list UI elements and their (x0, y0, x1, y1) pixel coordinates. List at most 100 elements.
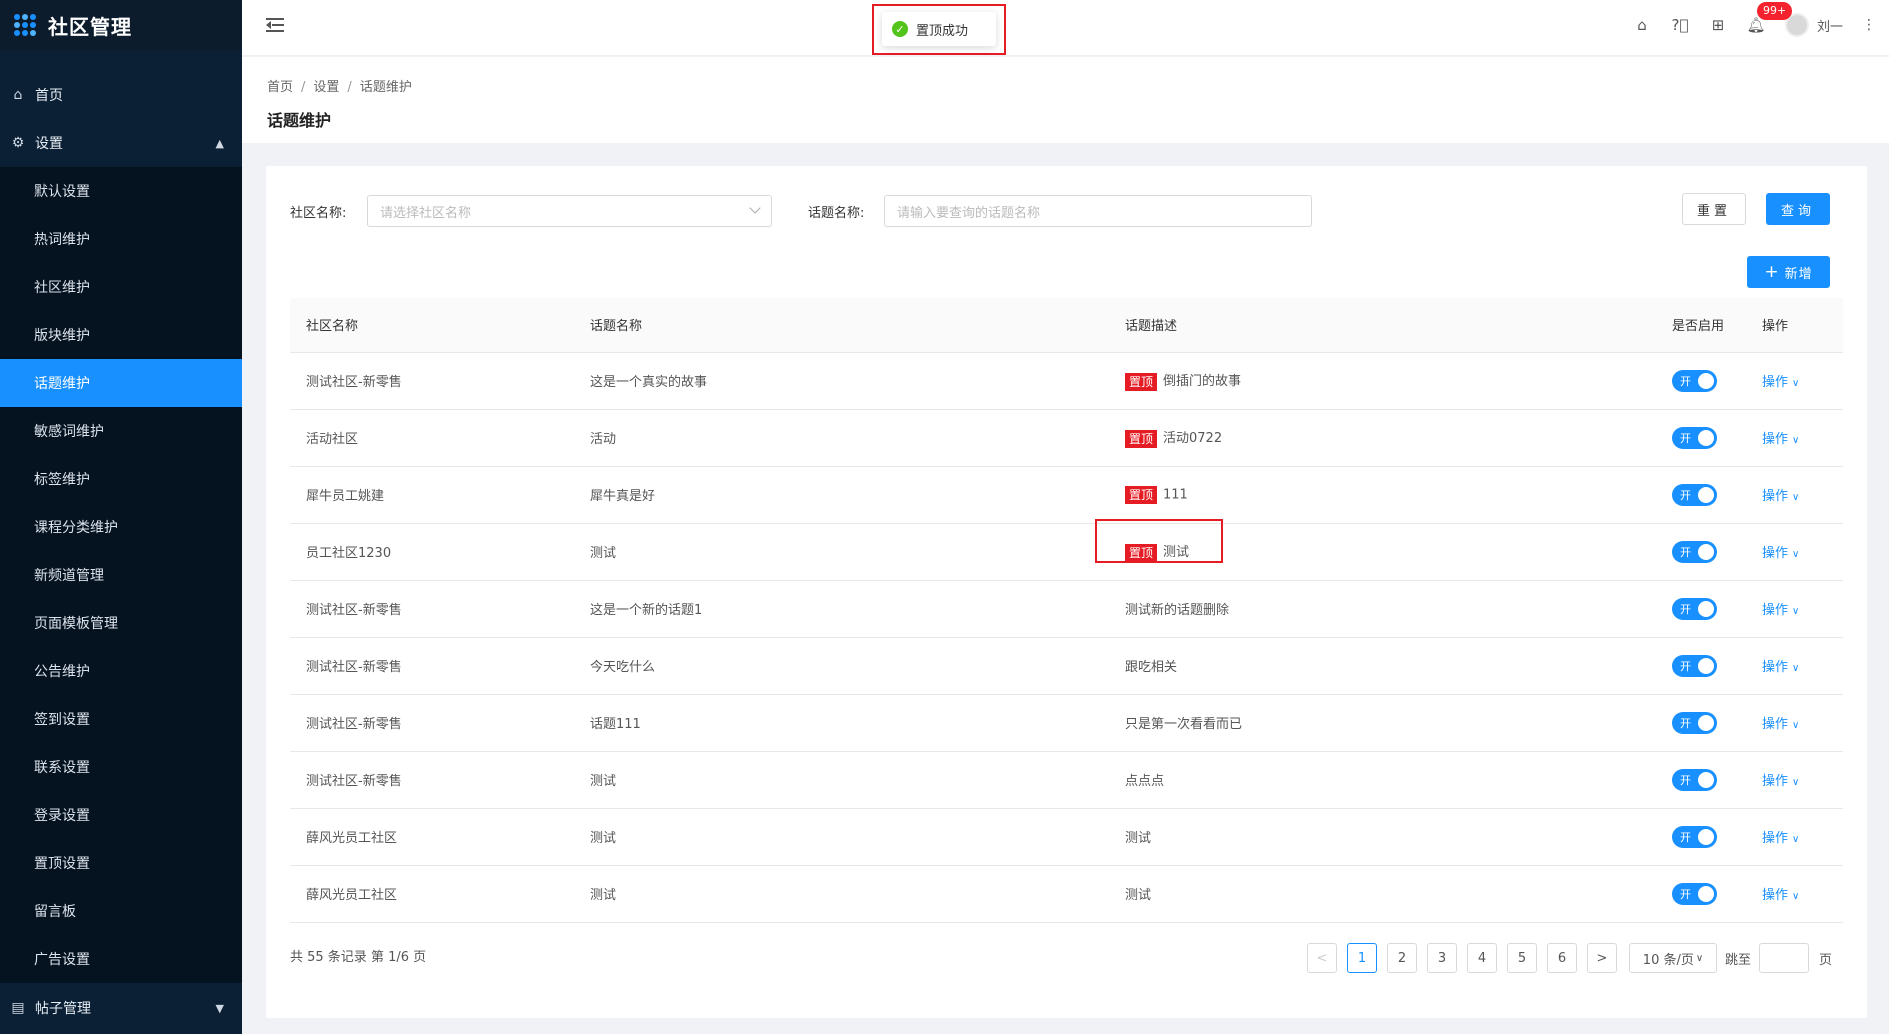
page-size-select[interactable]: 10 条/页 ∨ (1629, 943, 1717, 973)
help-icon[interactable]: ?⃝ (1661, 16, 1699, 34)
enable-toggle[interactable]: 开 (1672, 369, 1717, 392)
cell-actions: 操作 ∨ (1762, 865, 1843, 923)
enable-toggle[interactable]: 开 (1672, 597, 1717, 620)
row-action-dropdown[interactable]: 操作 ∨ (1762, 546, 1799, 561)
enable-toggle[interactable]: 开 (1672, 825, 1717, 848)
jump-label: 跳至 (1725, 952, 1752, 968)
sidebar-subitem[interactable]: 社区维护 (0, 263, 242, 311)
page-header: 首页 / 设置 / 话题维护 话题维护 (242, 57, 1889, 143)
topic-search-input[interactable]: 请输入要查询的话题名称 (884, 195, 1312, 227)
row-action-dropdown[interactable]: 操作 ∨ (1762, 603, 1799, 618)
app-title: 社区管理 (48, 14, 132, 39)
header-community: 社区名称 (290, 298, 590, 353)
sidebar-subitem[interactable]: 热词维护 (0, 215, 242, 263)
cell-community: 测试社区-新零售 (290, 637, 590, 695)
description-text: 点点点 (1125, 774, 1165, 789)
sidebar-item-settings[interactable]: ⚙ 设置 ▲ (0, 119, 242, 167)
chevron-down-icon: ▼ (215, 1001, 224, 1015)
chevron-down-icon: ∨ (1792, 549, 1800, 560)
user-menu[interactable]: 刘一 (1784, 13, 1843, 37)
reset-button[interactable]: 重置 (1682, 193, 1746, 225)
sidebar-subitem[interactable]: 默认设置 (0, 167, 242, 215)
enable-toggle[interactable]: 开 (1672, 540, 1717, 563)
row-action-dropdown[interactable]: 操作 ∨ (1762, 432, 1799, 447)
sidebar-subitem[interactable]: 联系设置 (0, 743, 242, 791)
jump-page-input[interactable] (1759, 943, 1810, 973)
more-icon[interactable]: ⋮ (1859, 17, 1879, 33)
cell-topic: 这是一个真实的故事 (590, 352, 1125, 410)
sidebar-subitem[interactable]: 版块维护 (0, 311, 242, 359)
row-action-dropdown[interactable]: 操作 ∨ (1762, 660, 1799, 675)
cell-description: 置顶 倒插门的故事 (1125, 352, 1672, 410)
enable-toggle[interactable]: 开 (1672, 426, 1717, 449)
row-action-dropdown[interactable]: 操作 ∨ (1762, 888, 1799, 903)
description-text: 测试新的话题删除 (1125, 603, 1230, 618)
enable-toggle[interactable]: 开 (1672, 768, 1717, 791)
page-button[interactable]: 2 (1387, 943, 1417, 973)
enable-toggle[interactable]: 开 (1672, 654, 1717, 677)
add-button[interactable]: + 新增 (1747, 256, 1830, 288)
apps-icon[interactable]: ⊞ (1699, 16, 1737, 34)
enable-toggle[interactable]: 开 (1672, 882, 1717, 905)
pinned-tag: 置顶 (1125, 429, 1158, 448)
breadcrumb-home[interactable]: 首页 (267, 80, 293, 95)
row-action-dropdown[interactable]: 操作 ∨ (1762, 774, 1799, 789)
sidebar-subitem[interactable]: 置顶设置 (0, 839, 242, 887)
page-button[interactable]: 3 (1427, 943, 1457, 973)
breadcrumb-current: 话题维护 (359, 80, 412, 95)
toggle-label: 开 (1680, 431, 1691, 445)
sidebar-subitem[interactable]: 留言板 (0, 887, 242, 935)
enable-toggle[interactable]: 开 (1672, 711, 1717, 734)
cell-enabled: 开 (1672, 409, 1762, 467)
community-select[interactable]: 请选择社区名称 (367, 195, 772, 227)
sidebar-subitem[interactable]: 标签维护 (0, 455, 242, 503)
sidebar-subitem[interactable]: 话题维护 (0, 359, 242, 407)
sidebar-subitem[interactable]: 签到设置 (0, 695, 242, 743)
cell-enabled: 开 (1672, 865, 1762, 923)
row-action-dropdown[interactable]: 操作 ∨ (1762, 489, 1799, 504)
page-button[interactable]: 4 (1467, 943, 1497, 973)
sidebar-subitem[interactable]: 登录设置 (0, 791, 242, 839)
toggle-label: 开 (1680, 887, 1691, 901)
description-text: 活动0722 (1163, 431, 1223, 447)
cell-actions: 操作 ∨ (1762, 523, 1843, 581)
chevron-down-icon (749, 202, 761, 214)
prev-page-button[interactable]: < (1307, 943, 1337, 973)
action-label: 操作 (1762, 432, 1789, 447)
row-action-dropdown[interactable]: 操作 ∨ (1762, 717, 1799, 732)
query-button[interactable]: 查询 (1766, 193, 1830, 225)
sidebar-subitem[interactable]: 课程分类维护 (0, 503, 242, 551)
sidebar-item-home[interactable]: ⌂ 首页 (0, 71, 242, 119)
cell-description: 测试 (1125, 865, 1672, 923)
bell-icon[interactable]: 🔔︎ 99+ (1737, 2, 1793, 34)
community-select-placeholder: 请选择社区名称 (380, 205, 472, 221)
sidebar-subitem[interactable]: 页面模板管理 (0, 599, 242, 647)
row-action-dropdown[interactable]: 操作 ∨ (1762, 375, 1799, 390)
cell-description: 只是第一次看看而已 (1125, 694, 1672, 752)
table-row: 测试社区-新零售 话题111 只是第一次看看而已 开 操作 ∨ (290, 694, 1843, 752)
page-button[interactable]: 1 (1347, 943, 1377, 973)
action-label: 操作 (1762, 774, 1789, 789)
next-page-button[interactable]: > (1587, 943, 1617, 973)
cell-topic: 犀牛真是好 (590, 466, 1125, 524)
cell-community: 测试社区-新零售 (290, 694, 590, 752)
cell-topic: 这是一个新的话题1 (590, 580, 1125, 638)
sidebar-subitem[interactable]: 敏感词维护 (0, 407, 242, 455)
content-card: 社区名称: 请选择社区名称 话题名称: 请输入要查询的话题名称 重置 查询 + … (266, 166, 1867, 1018)
sidebar-item-posts[interactable]: ▤ 帖子管理 ▼ (0, 984, 242, 1032)
description-text: 111 (1163, 487, 1188, 502)
enable-toggle[interactable]: 开 (1672, 483, 1717, 506)
list-icon: ▤ (11, 1000, 25, 1016)
sidebar-subitem[interactable]: 新频道管理 (0, 551, 242, 599)
cell-actions: 操作 ∨ (1762, 694, 1843, 752)
sidebar-subitem[interactable]: 公告维护 (0, 647, 242, 695)
collapse-menu-icon[interactable] (266, 17, 284, 33)
home-icon[interactable]: ⌂ (1623, 16, 1661, 34)
chevron-down-icon: ∨ (1695, 952, 1704, 964)
page-button[interactable]: 5 (1507, 943, 1537, 973)
community-filter-label: 社区名称: (290, 206, 347, 221)
breadcrumb-settings[interactable]: 设置 (313, 80, 339, 95)
sidebar-subitem[interactable]: 广告设置 (0, 935, 242, 983)
page-button[interactable]: 6 (1547, 943, 1577, 973)
row-action-dropdown[interactable]: 操作 ∨ (1762, 831, 1799, 846)
